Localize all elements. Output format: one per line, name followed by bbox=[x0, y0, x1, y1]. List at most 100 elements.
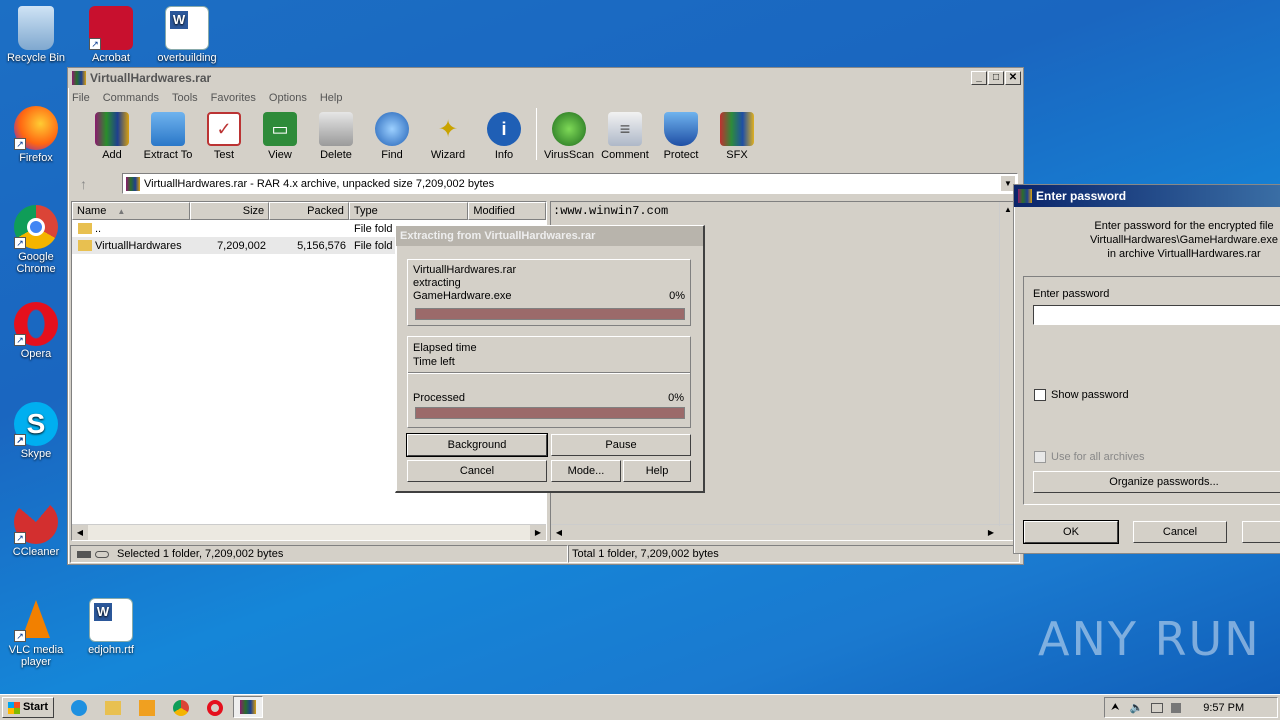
comment-button[interactable]: ≡ Comment bbox=[597, 108, 653, 161]
word-document-icon: W bbox=[165, 6, 209, 50]
background-button[interactable]: Background bbox=[406, 433, 548, 457]
processed-row: Processed 0% bbox=[413, 392, 684, 404]
menu-favorites[interactable]: Favorites bbox=[211, 92, 256, 104]
desktop-icon-recycle-bin[interactable]: Recycle Bin bbox=[1, 6, 71, 64]
volume-icon[interactable]: 🔈 bbox=[1130, 701, 1144, 714]
close-button[interactable]: ✕ bbox=[1005, 71, 1021, 85]
help-button[interactable] bbox=[1242, 521, 1280, 543]
delete-button[interactable]: Delete bbox=[308, 108, 364, 161]
info-button[interactable]: i Info bbox=[476, 108, 532, 161]
tool-label: Add bbox=[102, 149, 122, 161]
winrar-taskbar-button[interactable] bbox=[233, 696, 263, 718]
menu-help[interactable]: Help bbox=[320, 92, 343, 104]
scroll-right-icon[interactable]: ▶ bbox=[983, 525, 999, 540]
flag-icon[interactable] bbox=[1171, 702, 1182, 713]
ok-button[interactable]: OK bbox=[1023, 520, 1119, 544]
add-button[interactable]: Add bbox=[84, 108, 140, 161]
test-button[interactable]: ✓ Test bbox=[196, 108, 252, 161]
processed-percent: 0% bbox=[668, 392, 684, 404]
wizard-button[interactable]: ✦ Wizard bbox=[420, 108, 476, 162]
column-size[interactable]: Size bbox=[189, 202, 270, 220]
winrar-titlebar[interactable]: VirtuallHardwares.rar _ □ ✕ bbox=[68, 68, 1023, 88]
scroll-left-icon[interactable]: ◀ bbox=[72, 525, 88, 540]
add-archive-icon bbox=[95, 112, 129, 146]
media-player-icon[interactable] bbox=[139, 700, 155, 716]
desktop-icon-label: Acrobat bbox=[92, 52, 130, 64]
menu-file[interactable]: File bbox=[72, 92, 90, 104]
address-bar[interactable]: VirtuallHardwares.rar - RAR 4.x archive,… bbox=[122, 173, 1018, 194]
view-button[interactable]: ▭ View bbox=[252, 108, 308, 161]
password-titlebar[interactable]: Enter password bbox=[1014, 185, 1280, 207]
cancel-button[interactable]: Cancel bbox=[407, 460, 547, 482]
chrome-icon[interactable] bbox=[173, 700, 189, 716]
pause-button[interactable]: Pause bbox=[551, 434, 691, 456]
start-label: Start bbox=[22, 701, 49, 713]
column-modified[interactable]: Modified bbox=[468, 202, 546, 220]
use-for-all-checkbox[interactable]: Use for all archives bbox=[1034, 451, 1145, 463]
windows-logo-icon bbox=[7, 701, 20, 714]
password-input[interactable] bbox=[1033, 305, 1280, 325]
organize-passwords-button[interactable]: Organize passwords... bbox=[1033, 471, 1280, 493]
virusscan-button[interactable]: VirusScan bbox=[541, 108, 597, 161]
use-for-all-label: Use for all archives bbox=[1051, 451, 1145, 463]
network-icon[interactable] bbox=[1151, 702, 1164, 713]
skype-icon: S ↗ bbox=[14, 402, 58, 446]
protect-button[interactable]: Protect bbox=[653, 108, 709, 161]
show-hidden-icons-icon[interactable]: ⮝ bbox=[1111, 702, 1120, 713]
show-password-checkbox[interactable]: Show password bbox=[1034, 389, 1129, 401]
trash-icon bbox=[319, 112, 353, 146]
explorer-icon[interactable] bbox=[105, 701, 121, 715]
horizontal-scrollbar[interactable]: ◀ ▶ bbox=[72, 524, 546, 540]
checkbox-icon bbox=[1034, 451, 1046, 463]
opera-icon[interactable] bbox=[207, 700, 223, 716]
minimize-button[interactable]: _ bbox=[971, 71, 987, 85]
horizontal-scrollbar[interactable]: ◀ ▶ bbox=[551, 524, 1015, 540]
maximize-button[interactable]: □ bbox=[988, 71, 1004, 85]
sfx-button[interactable]: SFX bbox=[709, 108, 765, 161]
menu-options[interactable]: Options bbox=[269, 92, 307, 104]
archive-icon bbox=[126, 176, 140, 191]
menu-commands[interactable]: Commands bbox=[103, 92, 159, 104]
tool-label: Info bbox=[494, 149, 514, 161]
help-button[interactable]: Help bbox=[623, 460, 691, 482]
column-type[interactable]: Type bbox=[348, 202, 469, 220]
find-button[interactable]: Find bbox=[364, 108, 420, 161]
desktop-icon-ccleaner[interactable]: ↗ CCleaner bbox=[1, 500, 71, 558]
desktop-icon-overbuilding[interactable]: W overbuilding bbox=[152, 6, 222, 64]
sort-ascending-icon: ▲ bbox=[117, 207, 126, 216]
desktop-icon-acrobat[interactable]: ↗ Acrobat bbox=[76, 6, 146, 64]
column-packed[interactable]: Packed bbox=[269, 202, 349, 220]
desktop-icon-chrome[interactable]: ↗ Google Chrome bbox=[1, 205, 71, 275]
cancel-button[interactable]: Cancel bbox=[1133, 521, 1227, 543]
desktop-icon-opera[interactable]: ↗ Opera bbox=[1, 302, 71, 360]
magic-wand-icon: ✦ bbox=[437, 115, 459, 143]
magnifier-icon bbox=[375, 112, 409, 146]
up-arrow-button[interactable]: ↑ bbox=[80, 176, 87, 192]
tool-label: Extract To bbox=[143, 149, 193, 161]
desktop-icon-label: Opera bbox=[20, 348, 52, 360]
desktop-icon-vlc[interactable]: ↗ VLC media player bbox=[1, 598, 71, 668]
ie-icon[interactable] bbox=[71, 700, 87, 716]
clock[interactable]: 9:57 PM bbox=[1203, 702, 1244, 714]
desktop-icon-edjohn[interactable]: W edjohn.rtf bbox=[76, 598, 146, 656]
start-button[interactable]: Start bbox=[2, 697, 54, 718]
current-file: GameHardware.exe 0% bbox=[413, 290, 685, 302]
winrar-icon bbox=[72, 71, 86, 85]
menu-tools[interactable]: Tools bbox=[172, 92, 198, 104]
desktop-icon-label: VLC media player bbox=[8, 644, 64, 668]
desktop-icon-label: Google Chrome bbox=[16, 251, 56, 275]
desktop-icon-skype[interactable]: S ↗ Skype bbox=[1, 402, 71, 460]
bug-icon bbox=[552, 112, 586, 146]
extract-to-button[interactable]: Extract To bbox=[140, 108, 196, 161]
scroll-right-icon[interactable]: ▶ bbox=[530, 525, 546, 540]
menubar: File Commands Tools Favorites Options He… bbox=[68, 88, 1023, 108]
column-name[interactable]: Name ▲ bbox=[72, 202, 190, 220]
book-icon: ▭ bbox=[263, 112, 297, 146]
desktop-icon-firefox[interactable]: ↗ Firefox bbox=[1, 106, 71, 164]
message-line-2: VirtuallHardwares\GameHardware.exe bbox=[1089, 234, 1279, 246]
tool-label: SFX bbox=[726, 149, 748, 161]
mode-button[interactable]: Mode... bbox=[551, 460, 621, 482]
chrome-icon: ↗ bbox=[14, 205, 58, 249]
extract-titlebar[interactable]: Extracting from VirtuallHardwares.rar bbox=[396, 226, 703, 246]
scroll-left-icon[interactable]: ◀ bbox=[551, 525, 567, 540]
